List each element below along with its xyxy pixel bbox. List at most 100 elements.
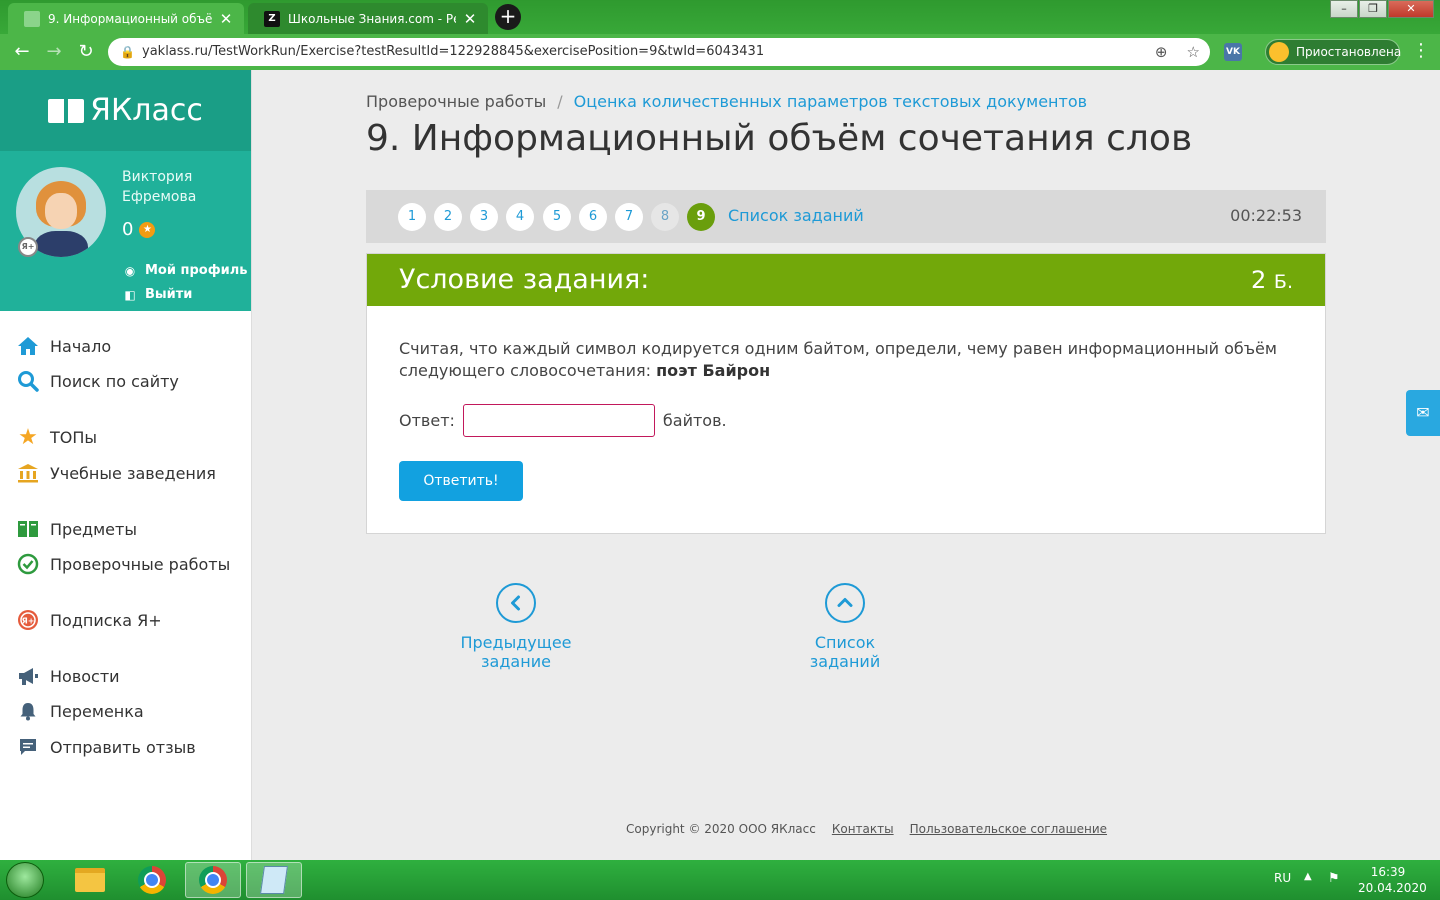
books-icon (16, 517, 40, 541)
previous-task-link[interactable]: Предыдущее задание (431, 583, 601, 671)
user-panel: Я+ Виктория Ефремова 0 ★ ◉ Мой профиль ◧… (0, 151, 251, 311)
user-name[interactable]: Виктория Ефремова (122, 167, 196, 207)
vk-extension-icon[interactable]: VK (1224, 43, 1242, 61)
task-header-title: Условие задания: (399, 264, 650, 295)
feedback-icon (16, 735, 40, 759)
close-tab-icon[interactable]: ✕ (462, 10, 478, 28)
chevron-left-icon (496, 583, 536, 623)
taskbar-chrome-1[interactable] (124, 862, 180, 898)
sidebar-item-break[interactable]: Переменка (16, 698, 144, 724)
answer-row: Ответ: байтов. (399, 404, 727, 437)
sidebar-item-tests[interactable]: Проверочные работы (16, 551, 230, 577)
browser-menu-icon[interactable]: ⋮ (1412, 40, 1430, 61)
task-number-8[interactable]: 8 (651, 203, 679, 231)
add-icon[interactable]: ⊕ (1155, 43, 1168, 61)
new-tab-button[interactable]: + (495, 4, 521, 30)
my-profile-link[interactable]: ◉ Мой профиль (122, 263, 248, 278)
language-indicator[interactable]: RU (1274, 871, 1291, 885)
notepad-icon (260, 866, 288, 894)
sidebar-item-news[interactable]: Новости (16, 663, 120, 689)
back-arrow-icon[interactable]: ← (10, 40, 34, 64)
sidebar: ЯКласс Я+ Виктория Ефремова 0 ★ ◉ Мой пр… (0, 70, 252, 860)
task-number-4[interactable]: 4 (506, 203, 534, 231)
maximize-button[interactable]: ❐ (1359, 0, 1387, 18)
breadcrumb-topic-link[interactable]: Оценка количественных параметров текстов… (574, 92, 1087, 111)
forward-arrow-icon[interactable]: → (42, 40, 66, 64)
logo[interactable]: ЯКласс (0, 70, 251, 151)
sidebar-item-institutions[interactable]: Учебные заведения (16, 460, 216, 486)
bookmark-star-icon[interactable]: ☆ (1187, 43, 1200, 61)
profile-button[interactable]: Приостановлена (1265, 39, 1402, 65)
sidebar-item-subscription[interactable]: Я+ Подписка Я+ (16, 607, 162, 633)
book-logo-icon (48, 98, 85, 123)
close-tab-icon[interactable]: ✕ (218, 10, 234, 28)
browser-toolbar: ← → ↻ 🔒 yaklass.ru/TestWorkRun/Exercise?… (0, 34, 1440, 70)
breadcrumb-separator: / (557, 92, 563, 111)
institution-icon (16, 461, 40, 485)
task-card: Условие задания: 2 Б. Считая, что каждый… (366, 253, 1326, 534)
task-number-1[interactable]: 1 (398, 203, 426, 231)
clock[interactable]: 16:39 20.04.2020 (1358, 864, 1427, 896)
start-button[interactable] (6, 862, 44, 898)
task-number-3[interactable]: 3 (470, 203, 498, 231)
task-number-6[interactable]: 6 (579, 203, 607, 231)
sidebar-item-home[interactable]: Начало (16, 333, 111, 359)
breadcrumb-root[interactable]: Проверочные работы (366, 92, 546, 111)
bottom-task-list-link[interactable]: Список заданий (780, 583, 910, 671)
home-icon (16, 334, 40, 358)
task-number-9-current[interactable]: 9 (687, 203, 715, 231)
folder-icon (75, 868, 105, 892)
check-circle-icon (16, 552, 40, 576)
taskbar-chrome-2[interactable] (185, 862, 241, 898)
task-points: 2 Б. (1251, 266, 1293, 294)
svg-text:Я+: Я+ (22, 617, 35, 626)
task-list-link[interactable]: Список заданий (728, 206, 864, 225)
subscription-icon: Я+ (16, 608, 40, 632)
logout-link[interactable]: ◧ Выйти (122, 287, 192, 302)
sidebar-item-tops[interactable]: ★ ТОПы (16, 424, 97, 450)
task-number-2[interactable]: 2 (434, 203, 462, 231)
megaphone-icon (16, 664, 40, 688)
url-text: yaklass.ru/TestWorkRun/Exercise?testResu… (142, 44, 765, 59)
taskbar-notepad[interactable] (246, 862, 302, 898)
sidebar-item-feedback[interactable]: Отправить отзыв (16, 734, 196, 760)
task-header: Условие задания: 2 Б. (367, 254, 1325, 306)
user-score: 0 ★ (122, 219, 156, 240)
reload-icon[interactable]: ↻ (74, 40, 98, 64)
submit-answer-button[interactable]: Ответить! (399, 461, 523, 501)
os-taskbar: RU ▲ ⚑ 16:39 20.04.2020 (0, 860, 1440, 900)
sidebar-item-subjects[interactable]: Предметы (16, 516, 137, 542)
chrome-icon (138, 866, 166, 894)
answer-suffix: байтов. (662, 411, 727, 430)
tab-title: 9. Информационный объём сочетания слов (48, 11, 212, 26)
bell-icon (16, 699, 40, 723)
task-navigation: 1 2 3 4 5 6 7 8 9 Список заданий 00:22:5… (366, 190, 1326, 243)
action-center-flag-icon[interactable]: ⚑ (1328, 871, 1340, 886)
address-bar[interactable]: 🔒 yaklass.ru/TestWorkRun/Exercise?testRe… (108, 38, 1210, 66)
sidebar-item-search[interactable]: Поиск по сайту (16, 368, 179, 394)
minimize-button[interactable]: – (1330, 0, 1358, 18)
contacts-link[interactable]: Контакты (832, 822, 894, 836)
search-icon (16, 369, 40, 393)
browser-tab-znanija[interactable]: Z Школьные Знания.com - Решаем вместе ✕ (248, 3, 488, 34)
profile-avatar-icon (1269, 42, 1289, 62)
znanija-favicon-icon: Z (264, 10, 280, 27)
task-number-7[interactable]: 7 (615, 203, 643, 231)
browser-tab-bar: 9. Информационный объём сочетания слов ✕… (0, 0, 1440, 34)
mail-icon: ✉ (1416, 403, 1430, 422)
task-phrase: поэт Байрон (656, 361, 771, 380)
user-agreement-link[interactable]: Пользовательское соглашение (910, 822, 1107, 836)
mail-feedback-button[interactable]: ✉ (1406, 390, 1440, 436)
browser-tab-active[interactable]: 9. Информационный объём сочетания слов ✕ (8, 3, 244, 34)
taskbar-explorer[interactable] (62, 862, 118, 898)
footer: Copyright © 2020 ООО ЯКласс Контакты Пол… (626, 822, 1107, 836)
window-close-button[interactable]: ✕ (1388, 0, 1434, 18)
answer-input[interactable] (462, 404, 655, 437)
copyright: Copyright © 2020 ООО ЯКласс (626, 822, 816, 836)
task-condition-text: Считая, что каждый символ кодируется одн… (399, 339, 1277, 380)
profile-status: Приостановлена (1296, 45, 1402, 59)
task-number-5[interactable]: 5 (543, 203, 571, 231)
tray-expand-icon[interactable]: ▲ (1304, 871, 1312, 882)
lock-icon: 🔒 (120, 45, 135, 59)
user-circle-icon: ◉ (124, 263, 136, 278)
